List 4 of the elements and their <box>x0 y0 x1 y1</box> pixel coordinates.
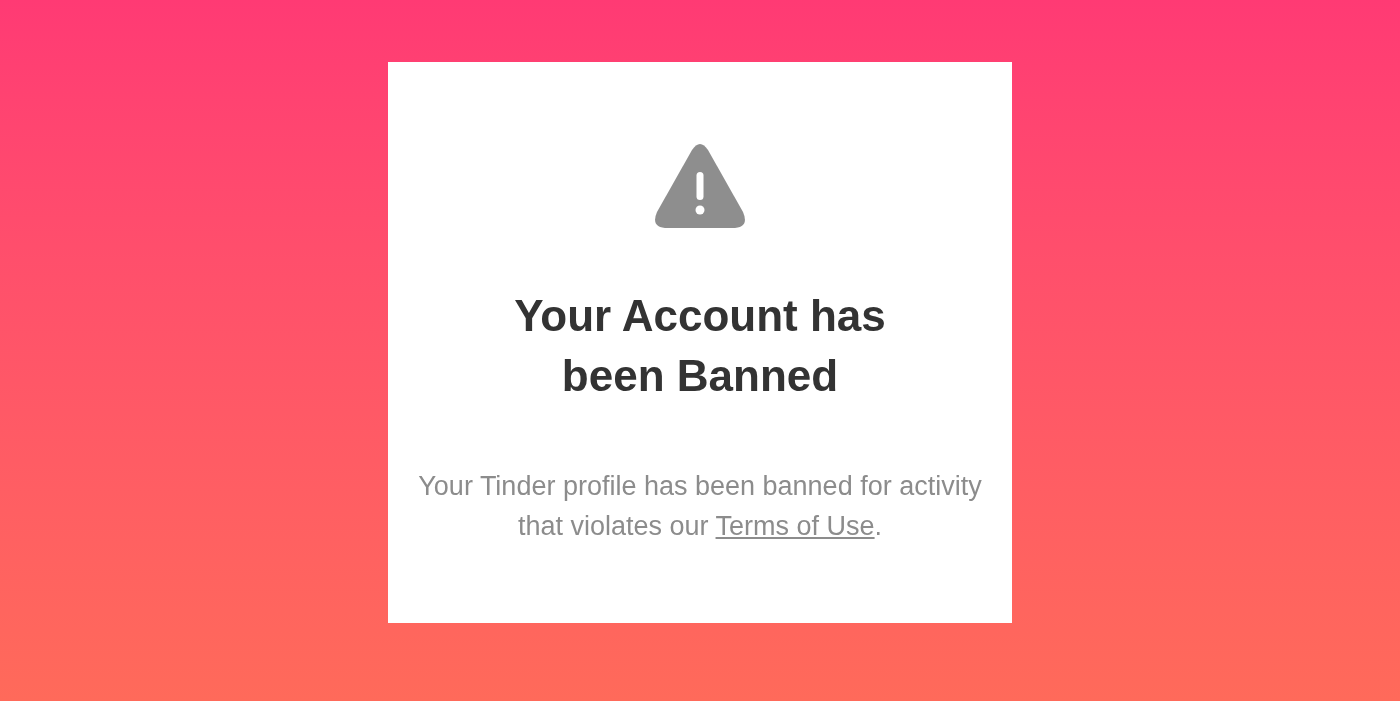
terms-link[interactable]: Terms of Use <box>715 511 875 541</box>
warning-icon <box>654 142 746 230</box>
dialog-message: Your Tinder profile has been banned for activity that violates our Terms of Use. <box>417 470 983 543</box>
dialog-title: Your Account has been Banned <box>513 290 887 402</box>
